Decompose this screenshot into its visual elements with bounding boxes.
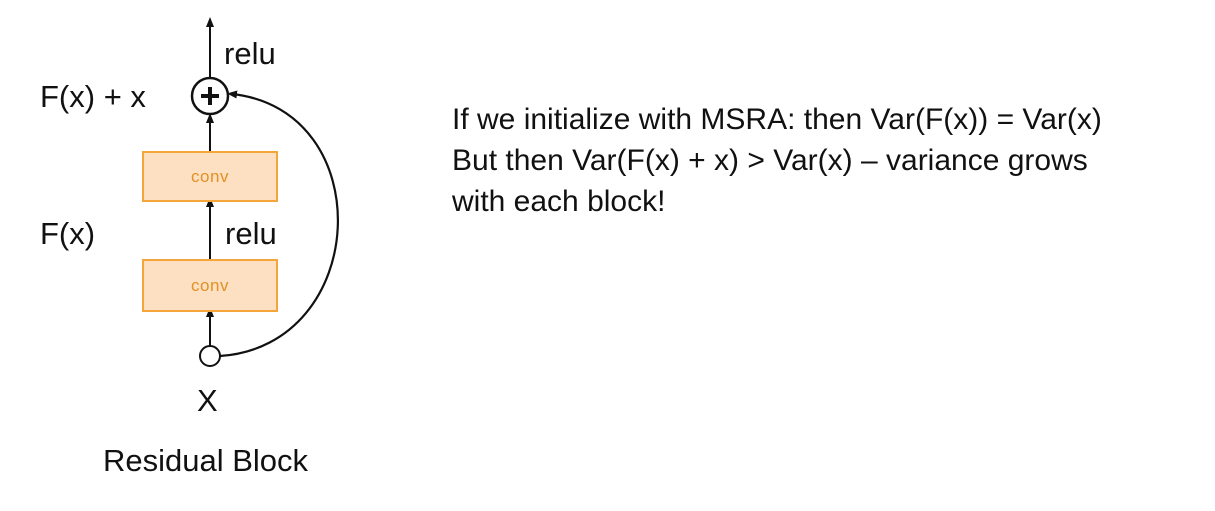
residual-block-diagram (190, 17, 339, 367)
mid-relu-label: relu (225, 216, 277, 251)
conv-layer-bottom: conv (142, 259, 278, 312)
circle-icon (199, 345, 221, 367)
note-line-3: with each block! (452, 185, 666, 218)
fx-label: F(x) (40, 216, 96, 251)
input-label: X (197, 383, 218, 418)
plus-circle-icon (190, 76, 230, 116)
diagram-caption: Residual Block (103, 443, 309, 478)
sum-label: F(x) + x (40, 79, 146, 114)
variance-note: If we initialize with MSRA: then Var(F(x… (452, 99, 1192, 222)
top-relu-label: relu (224, 36, 276, 71)
slide: conv conv relu F(x) + x F(x) relu X Resi… (0, 0, 1215, 511)
conv-top-label: conv (191, 166, 229, 186)
conv-layer-top: conv (142, 151, 278, 202)
note-line-1: If we initialize with MSRA: then Var(F(x… (452, 103, 1102, 136)
note-line-2: But then Var(F(x) + x) > Var(x) – varian… (452, 144, 1088, 177)
conv-bottom-label: conv (191, 275, 229, 295)
